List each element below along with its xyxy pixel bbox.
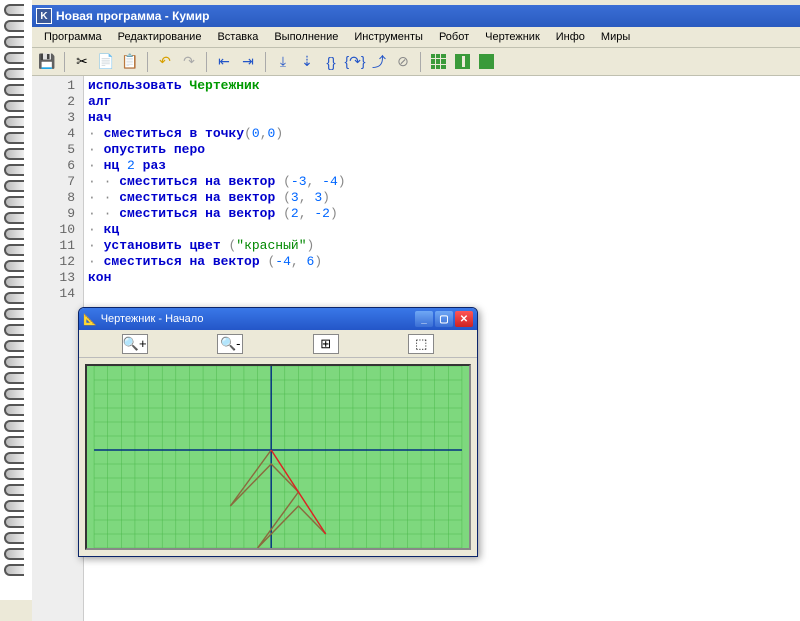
close-button[interactable]: ✕ bbox=[455, 311, 473, 327]
separator bbox=[420, 52, 421, 72]
cut-button[interactable]: ✂ bbox=[71, 51, 93, 73]
maximize-button[interactable]: ▢ bbox=[435, 311, 453, 327]
run-button[interactable]: ⤓ bbox=[272, 51, 294, 73]
canvas[interactable] bbox=[85, 364, 471, 550]
drawer-window: 📐 Чертежник - Начало _ ▢ ✕ 🔍+ 🔍- ⊞ ⬚ bbox=[78, 307, 478, 557]
step-button[interactable]: ⇣ bbox=[296, 51, 318, 73]
menu-вставка[interactable]: Вставка bbox=[209, 29, 266, 45]
grid-button[interactable]: ⊞ bbox=[313, 334, 339, 354]
menu-миры[interactable]: Миры bbox=[593, 29, 638, 45]
zoom-in-button[interactable]: 🔍+ bbox=[122, 334, 148, 354]
redo-button[interactable]: ↷ bbox=[178, 51, 200, 73]
separator bbox=[64, 52, 65, 72]
indent-button[interactable]: ⇥ bbox=[237, 51, 259, 73]
separator bbox=[206, 52, 207, 72]
plot-svg bbox=[87, 366, 469, 548]
grid-1-button[interactable] bbox=[475, 51, 497, 73]
minimize-button[interactable]: _ bbox=[415, 311, 433, 327]
separator bbox=[265, 52, 266, 72]
app-title: Новая программа - Кумир bbox=[56, 9, 210, 23]
separator bbox=[147, 52, 148, 72]
menu-программа[interactable]: Программа bbox=[36, 29, 110, 45]
grid-4-button[interactable] bbox=[427, 51, 449, 73]
fit-button[interactable]: ⬚ bbox=[408, 334, 434, 354]
drawer-icon: 📐 bbox=[83, 313, 97, 326]
line-gutter: 1234567891011121314 bbox=[32, 76, 84, 621]
menu-выполнение[interactable]: Выполнение bbox=[266, 29, 346, 45]
paste-button[interactable]: 📋 bbox=[119, 51, 141, 73]
step-out-button[interactable]: ⤴ bbox=[368, 51, 390, 73]
menu-редактирование[interactable]: Редактирование bbox=[110, 29, 210, 45]
drawer-title: Чертежник - Начало bbox=[97, 313, 413, 325]
menu-робот[interactable]: Робот bbox=[431, 29, 477, 45]
notebook-spiral bbox=[0, 0, 32, 600]
drawer-toolbar: 🔍+ 🔍- ⊞ ⬚ bbox=[79, 330, 477, 358]
undo-button[interactable]: ↶ bbox=[154, 51, 176, 73]
zoom-out-button[interactable]: 🔍- bbox=[217, 334, 243, 354]
stop-button[interactable]: ⊘ bbox=[392, 51, 414, 73]
menubar: ПрограммаРедактированиеВставкаВыполнение… bbox=[32, 27, 800, 48]
step-over-button[interactable]: {↷} bbox=[344, 51, 366, 73]
save-button[interactable]: 💾 bbox=[36, 51, 58, 73]
titlebar: K Новая программа - Кумир bbox=[32, 5, 800, 27]
copy-button[interactable]: 📄 bbox=[95, 51, 117, 73]
grid-col-button[interactable] bbox=[451, 51, 473, 73]
menu-инфо[interactable]: Инфо bbox=[548, 29, 593, 45]
menu-чертежник[interactable]: Чертежник bbox=[477, 29, 548, 45]
outdent-button[interactable]: ⇤ bbox=[213, 51, 235, 73]
drawer-titlebar[interactable]: 📐 Чертежник - Начало _ ▢ ✕ bbox=[79, 308, 477, 330]
menu-инструменты[interactable]: Инструменты bbox=[346, 29, 431, 45]
canvas-wrap bbox=[79, 358, 477, 556]
step-into-button[interactable]: {} bbox=[320, 51, 342, 73]
toolbar: 💾 ✂ 📄 📋 ↶ ↷ ⇤ ⇥ ⤓ ⇣ {} {↷} ⤴ ⊘ bbox=[32, 48, 800, 76]
app-icon: K bbox=[36, 8, 52, 24]
